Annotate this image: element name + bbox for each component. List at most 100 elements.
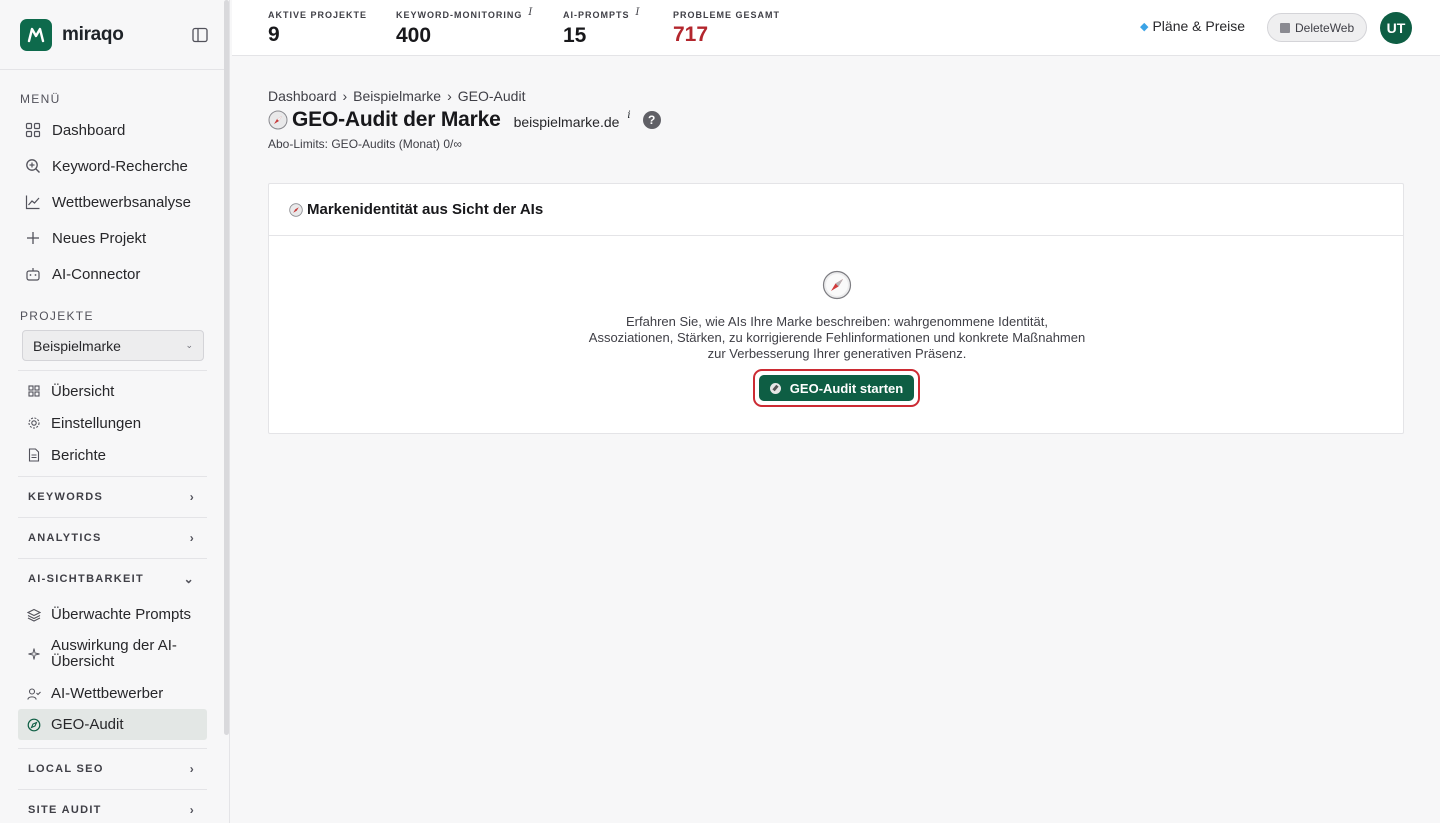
nav-label: AI-Connector xyxy=(52,265,141,283)
nav-ai-competitors[interactable]: AI-Wettbewerber xyxy=(0,678,229,709)
stat-active-projects: AKTIVE PROJEKTE 9 xyxy=(268,10,367,47)
stat-value: 15 xyxy=(563,24,587,47)
compass-icon xyxy=(822,270,852,300)
workspace-label: DeleteWeb xyxy=(1295,20,1355,35)
nav-label: Übersicht xyxy=(51,382,115,400)
sidebar: miraqo MENÜ Dashboard Keyword-Recherche … xyxy=(0,0,230,823)
info-icon[interactable]: i xyxy=(627,110,630,121)
stat-total-problems: PROBLEME GESAMT 717 xyxy=(673,10,780,47)
grid-icon xyxy=(24,121,42,139)
nav-new-project[interactable]: Neues Projekt xyxy=(0,220,229,256)
logo-icon xyxy=(20,18,52,51)
nav-ai-connector[interactable]: AI-Connector xyxy=(0,256,229,292)
nav-dashboard[interactable]: Dashboard xyxy=(0,112,229,148)
group-keywords[interactable]: KEYWORDS › xyxy=(0,477,229,517)
stat-keyword-monitoring: KEYWORD-MONITORING i 400 xyxy=(396,7,534,48)
stat-value: 717 xyxy=(673,23,709,46)
card-body: Erfahren Sie, wie AIs Ihre Marke beschre… xyxy=(269,236,1403,433)
stat-ai-prompts: AI-PROMPTS i 15 xyxy=(563,7,641,48)
compass-icon xyxy=(268,110,288,130)
main-content: Dashboard › Beispielmarke › GEO-Audit GE… xyxy=(232,56,1440,823)
top-bar: AKTIVE PROJEKTE 9 KEYWORD-MONITORING i 40… xyxy=(232,0,1440,56)
line-chart-icon xyxy=(24,193,42,211)
stat-label: AKTIVE PROJEKTE xyxy=(268,10,368,20)
search-plus-icon xyxy=(24,157,42,175)
chevron-down-icon: ⌄ xyxy=(183,572,195,586)
compass-icon xyxy=(27,718,41,732)
nav-overview[interactable]: Übersicht xyxy=(0,375,229,407)
workspace-button[interactable]: DeleteWeb xyxy=(1267,13,1368,42)
breadcrumb-separator: › xyxy=(447,88,452,104)
nav-label: Wettbewerbsanalyse xyxy=(52,193,191,211)
sidebar-scrollbar[interactable] xyxy=(224,0,229,735)
breadcrumb-separator: › xyxy=(342,88,348,104)
diamond-icon: ◆ xyxy=(1140,20,1149,33)
compass-icon xyxy=(769,382,781,394)
page-header: GEO-Audit der Marke beispielmarke.de i ? xyxy=(268,108,661,132)
group-site-audit[interactable]: SITE AUDIT › xyxy=(0,790,229,823)
stat-value: 400 xyxy=(396,24,432,47)
brand-identity-card: Markenidentität aus Sicht der AIs Erfahr… xyxy=(268,183,1404,434)
cta-label: GEO-Audit starten xyxy=(789,380,904,396)
projects-section-title: PROJEKTE xyxy=(20,309,94,323)
plans-pricing-link[interactable]: ◆ Pläne & Preise xyxy=(1140,18,1245,34)
user-check-icon xyxy=(27,687,41,701)
nav-ai-overview-impact[interactable]: Auswirkung der AI-Übersicht xyxy=(0,630,229,678)
subscription-limits: Abo-Limits: GEO-Audits (Monat) 0/∞ xyxy=(268,137,462,151)
chevron-right-icon: › xyxy=(189,803,195,817)
nav-competitor-analysis[interactable]: Wettbewerbsanalyse xyxy=(0,184,229,220)
project-select[interactable]: Beispielmarke ⌄ xyxy=(22,330,204,361)
page-domain: beispielmarke.de xyxy=(513,114,620,130)
group-analytics[interactable]: ANALYTICS › xyxy=(0,518,229,558)
logo-text: miraqo xyxy=(62,23,124,45)
plus-icon xyxy=(24,229,42,247)
help-icon[interactable]: ? xyxy=(642,111,661,129)
breadcrumb-item-current: GEO-Audit xyxy=(457,88,526,104)
chevron-down-icon: ⌄ xyxy=(185,340,193,350)
plans-label: Pläne & Preise xyxy=(1152,18,1246,34)
breadcrumb: Dashboard › Beispielmarke › GEO-Audit xyxy=(268,88,525,104)
group-local-seo[interactable]: LOCAL SEO › xyxy=(0,749,229,789)
nav-label: Neues Projekt xyxy=(52,229,147,247)
nav-monitored-prompts[interactable]: Überwachte Prompts xyxy=(0,599,229,630)
menu-section-title: MENÜ xyxy=(20,92,61,106)
page-title: GEO-Audit der Marke xyxy=(292,108,501,131)
logo-row: miraqo xyxy=(0,0,229,70)
group-label: AI-SICHTBARKEIT xyxy=(28,573,145,585)
card-header: Markenidentität aus Sicht der AIs xyxy=(269,184,1403,236)
sidebar-toggle-icon[interactable] xyxy=(191,26,209,44)
nav-label: Berichte xyxy=(51,446,107,464)
avatar[interactable]: UT xyxy=(1380,12,1412,44)
nav-keyword-research[interactable]: Keyword-Recherche xyxy=(0,148,229,184)
breadcrumb-item[interactable]: Dashboard xyxy=(268,88,337,104)
grid-icon xyxy=(27,384,41,398)
compass-icon xyxy=(289,202,303,217)
nav-label: Keyword-Recherche xyxy=(52,157,188,175)
start-geo-audit-button[interactable]: GEO-Audit starten xyxy=(759,375,914,401)
nav-label: GEO-Audit xyxy=(51,716,124,733)
stat-label: KEYWORD-MONITORING i xyxy=(396,7,534,20)
nav-reports[interactable]: Berichte xyxy=(0,439,229,471)
card-title: Markenidentität aus Sicht der AIs xyxy=(307,201,544,218)
layers-icon xyxy=(27,608,41,622)
group-label: KEYWORDS xyxy=(28,491,104,503)
chevron-right-icon: › xyxy=(189,531,195,545)
info-icon[interactable]: i xyxy=(636,7,641,18)
breadcrumb-item[interactable]: Beispielmarke xyxy=(353,88,441,104)
gear-icon xyxy=(27,416,41,430)
nav-label: Einstellungen xyxy=(51,414,142,432)
nav-geo-audit[interactable]: GEO-Audit xyxy=(18,709,207,740)
building-icon xyxy=(1280,22,1290,33)
nav-label: Dashboard xyxy=(52,121,126,139)
chevron-right-icon: › xyxy=(189,762,195,776)
group-label: SITE AUDIT xyxy=(28,804,102,816)
nav-label: AI-Wettbewerber xyxy=(51,685,164,702)
sparkle-icon xyxy=(27,647,41,661)
info-icon[interactable]: i xyxy=(528,7,533,18)
nav-label: Überwachte Prompts xyxy=(51,606,192,623)
project-select-value: Beispielmarke xyxy=(33,337,121,354)
group-ai-visibility[interactable]: AI-SICHTBARKEIT ⌄ xyxy=(0,559,229,599)
group-label: ANALYTICS xyxy=(28,532,102,544)
nav-settings[interactable]: Einstellungen xyxy=(0,407,229,439)
chevron-right-icon: › xyxy=(189,490,195,504)
